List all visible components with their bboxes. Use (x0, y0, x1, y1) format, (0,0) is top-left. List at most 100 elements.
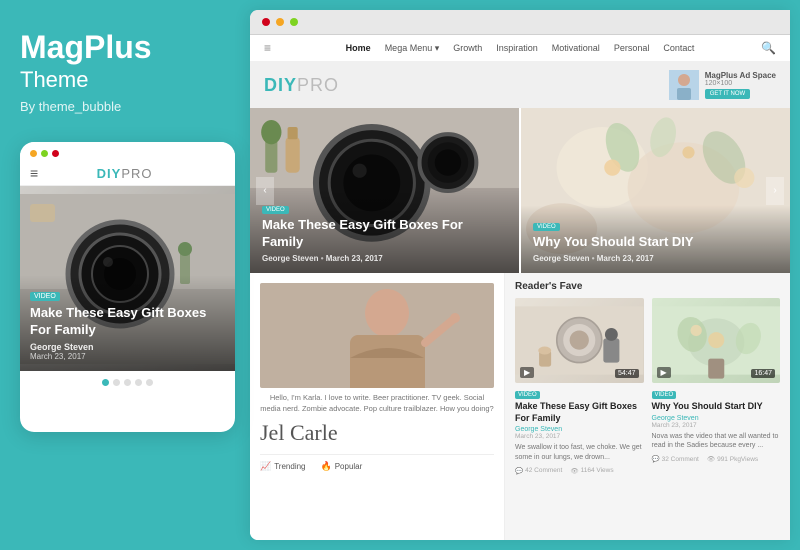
site-logo: DIYPRO (264, 75, 339, 96)
card1-duration: 54:47 (615, 369, 639, 378)
slide1-title: Make These Easy Gift Boxes For Family (262, 217, 507, 251)
nav-growth[interactable]: Growth (453, 43, 482, 54)
article-card-1: ▶ 54:47 VIDEO Make These Easy Gift Boxes… (515, 298, 644, 475)
card1-comments: 💬 42 Comment (515, 467, 562, 475)
mobile-logo: DIYPRO (97, 166, 153, 181)
brand-name: MagPlus Theme By theme_bubble (20, 30, 152, 114)
hero-slide-2: VIDEO Why You Should Start DIY George St… (521, 108, 790, 273)
ad-title: MagPlus Ad Space (705, 71, 776, 80)
browser-chrome (250, 10, 790, 35)
search-icon[interactable]: 🔍 (761, 41, 776, 55)
slide1-badge: VIDEO (262, 206, 289, 214)
slider-arrow-right[interactable]: › (766, 177, 784, 205)
trending-icon: 📈 (260, 461, 271, 472)
browser-dot-red (262, 18, 270, 26)
trending-bar: 📈 Trending 🔥 Popular (260, 454, 494, 476)
brand-by: By theme_bubble (20, 99, 152, 114)
views-icon-2: 👁 (707, 455, 715, 463)
ad-size: 120×100 (705, 80, 776, 87)
article-card-2: ▶ 16:47 VIDEO Why You Should Start DIY G… (652, 298, 781, 475)
nav-contact[interactable]: Contact (663, 43, 694, 54)
nav-inspiration[interactable]: Inspiration (496, 43, 538, 54)
site-logo-bar: DIYPRO MagPlus Ad Space 120×100 GET IT N… (250, 62, 790, 108)
popular-link[interactable]: 🔥 Popular (321, 461, 363, 472)
article-cards: ▶ 54:47 VIDEO Make These Easy Gift Boxes… (515, 298, 780, 475)
ad-space: MagPlus Ad Space 120×100 GET IT NOW (669, 70, 776, 100)
content-area: Hello, I'm Karla. I love to write. Beer … (250, 273, 790, 540)
mobile-mockup: ≡ DIYPRO (20, 142, 235, 432)
card2-image: ▶ 16:47 (652, 298, 781, 383)
slide1-overlay: VIDEO Make These Easy Gift Boxes For Fam… (250, 188, 519, 273)
comment-icon: 💬 (515, 467, 523, 475)
left-panel: MagPlus Theme By theme_bubble ≡ DIYPRO (0, 0, 250, 550)
indicator-2 (113, 379, 120, 386)
card2-views: 👁 991 PkgViews (707, 455, 758, 463)
card1-date: March 23, 2017 (515, 433, 644, 440)
readers-fave-title: Reader's Fave (515, 281, 780, 292)
nav-home[interactable]: Home (346, 43, 371, 54)
mobile-hamburger-icon[interactable]: ≡ (30, 165, 38, 181)
mobile-date: March 23, 2017 (30, 352, 225, 361)
card2-badge: VIDEO (652, 391, 677, 399)
card1-author: George Steven (515, 426, 644, 433)
slide2-badge: VIDEO (533, 223, 560, 231)
card1-badge: VIDEO (515, 391, 540, 399)
indicator-3 (124, 379, 131, 386)
popular-icon: 🔥 (321, 461, 332, 472)
browser-dot-yellow (276, 18, 284, 26)
trending-link[interactable]: 📈 Trending (260, 461, 306, 472)
ad-text-block: MagPlus Ad Space 120×100 GET IT NOW (705, 71, 776, 99)
card1-title: Make These Easy Gift Boxes For Family (515, 401, 644, 424)
ad-image (669, 70, 699, 100)
brand-title: MagPlus (20, 30, 152, 65)
card1-stats: 💬 42 Comment 👁 1164 Views (515, 467, 644, 475)
hamburger-icon[interactable]: ≡ (264, 41, 271, 55)
hero-slide-1: VIDEO Make These Easy Gift Boxes For Fam… (250, 108, 521, 273)
left-content: Hello, I'm Karla. I love to write. Beer … (250, 273, 505, 540)
mobile-article-title: Make These Easy Gift Boxes For Family (30, 305, 225, 339)
nav-motivational[interactable]: Motivational (552, 43, 600, 54)
hero-slider: ‹ V (250, 108, 790, 273)
popular-label: Popular (335, 462, 363, 471)
nav-items: Home Mega Menu ▾ Growth Inspiration Moti… (281, 43, 759, 54)
card2-author: George Steven (652, 415, 781, 422)
slide2-author: George Steven • March 23, 2017 (533, 254, 778, 263)
mobile-dot-yellow (30, 150, 37, 157)
card1-play-icon: ▶ (520, 367, 534, 378)
mobile-top-bar (20, 142, 235, 161)
mobile-dots (30, 150, 59, 157)
site-nav: ≡ Home Mega Menu ▾ Growth Inspiration Mo… (250, 35, 790, 62)
slide1-author: George Steven • March 23, 2017 (262, 254, 507, 263)
nav-mega-menu[interactable]: Mega Menu ▾ (385, 43, 440, 54)
card2-stats: 💬 32 Comment 👁 991 PkgViews (652, 455, 781, 463)
mobile-img-overlay: VIDEO Make These Easy Gift Boxes For Fam… (20, 275, 235, 371)
indicator-1 (102, 379, 109, 386)
slider-arrow-left[interactable]: ‹ (256, 177, 274, 205)
card2-play-icon: ▶ (657, 367, 671, 378)
mobile-hero-image: VIDEO Make These Easy Gift Boxes For Fam… (20, 186, 235, 371)
mobile-video-badge: VIDEO (30, 292, 60, 301)
slide2-overlay: VIDEO Why You Should Start DIY George St… (521, 205, 790, 273)
right-content: Reader's Fave (505, 273, 790, 540)
author-signature: Jel Carle (260, 420, 494, 446)
browser-dot-green (290, 18, 298, 26)
card2-title: Why You Should Start DIY (652, 401, 781, 413)
author-photo-svg (260, 283, 494, 388)
card1-excerpt: We swallow it too fast, we choke. We get… (515, 443, 644, 463)
card2-date: March 23, 2017 (652, 422, 781, 429)
right-panel: ≡ Home Mega Menu ▾ Growth Inspiration Mo… (250, 10, 790, 540)
indicator-4 (135, 379, 142, 386)
mobile-indicators (20, 371, 235, 394)
slide2-title: Why You Should Start DIY (533, 234, 778, 251)
brand-subtitle: Theme (20, 67, 152, 93)
card1-image: ▶ 54:47 (515, 298, 644, 383)
mobile-author: George Steven (30, 342, 225, 352)
card2-excerpt: Nova was the video that we all wanted to… (652, 432, 781, 452)
card1-views: 👁 1164 Views (570, 467, 613, 475)
nav-personal[interactable]: Personal (614, 43, 650, 54)
card2-duration: 16:47 (751, 369, 775, 378)
ad-btn[interactable]: GET IT NOW (705, 89, 750, 99)
views-icon: 👁 (570, 467, 578, 475)
trending-label: Trending (274, 462, 305, 471)
ad-person-svg (669, 70, 699, 100)
